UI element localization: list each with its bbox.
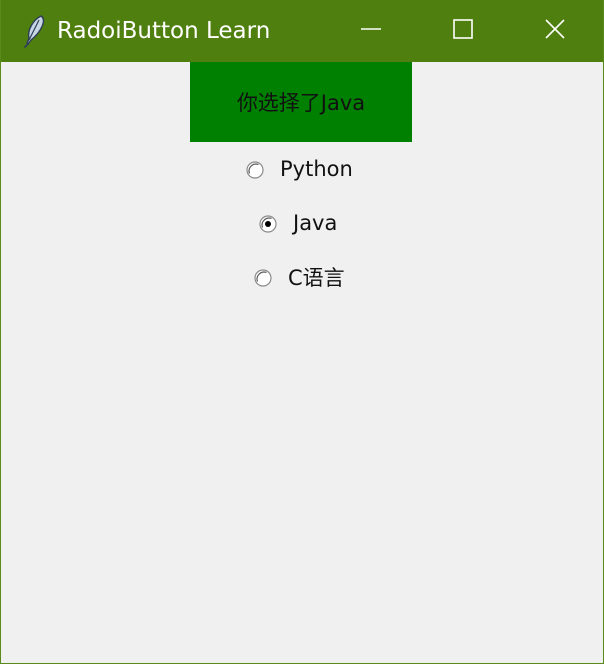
radio-unchecked-icon[interactable] bbox=[246, 160, 264, 179]
close-button[interactable] bbox=[509, 0, 601, 62]
radio-label-python: Python bbox=[280, 157, 353, 181]
close-icon bbox=[544, 18, 566, 44]
radio-option-java[interactable]: Java bbox=[259, 208, 337, 238]
radio-option-c[interactable]: C语言 bbox=[254, 262, 345, 292]
radio-unchecked-icon[interactable] bbox=[254, 268, 272, 287]
client-area: 你选择了Java Python Java C语言 bbox=[1, 62, 603, 663]
radio-label-c: C语言 bbox=[288, 266, 345, 290]
title-bar[interactable]: RadoiButton Learn bbox=[1, 0, 603, 62]
selection-result-text: 你选择了Java bbox=[236, 91, 366, 115]
feather-icon bbox=[19, 14, 49, 48]
maximize-button[interactable] bbox=[417, 0, 509, 62]
minimize-icon bbox=[360, 18, 382, 44]
app-window: RadoiButton Learn 你选择了Java Python Java C… bbox=[0, 0, 604, 664]
maximize-icon bbox=[452, 18, 474, 44]
radio-option-python[interactable]: Python bbox=[246, 154, 353, 184]
minimize-button[interactable] bbox=[325, 0, 417, 62]
radio-label-java: Java bbox=[293, 211, 338, 235]
selection-result-label: 你选择了Java bbox=[190, 62, 412, 142]
radio-checked-icon[interactable] bbox=[259, 214, 277, 233]
window-title: RadoiButton Learn bbox=[57, 18, 271, 44]
